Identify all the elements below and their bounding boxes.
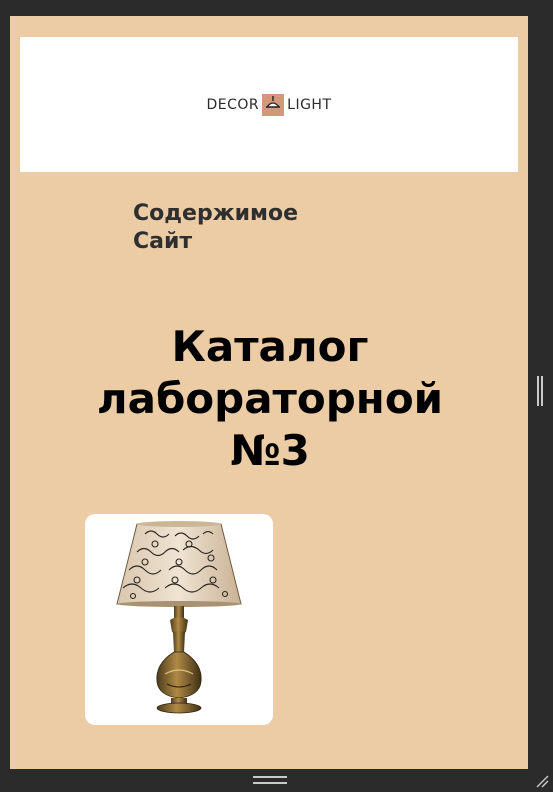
pendant-lamp-icon [262, 93, 285, 116]
product-card[interactable] [85, 514, 273, 725]
table-lamp-image [116, 521, 242, 714]
nav-item-site[interactable]: Сайт [133, 228, 298, 256]
logo-text-light: LIGHT [287, 96, 332, 113]
site-logo[interactable]: DECOR LIGHT [206, 93, 332, 116]
vertical-resize-handle[interactable] [537, 376, 543, 406]
logo-text-decor: DECOR [206, 96, 260, 113]
title-line-2: лабораторной [96, 374, 444, 423]
horizontal-resize-handle[interactable] [253, 776, 287, 784]
nav-item-content[interactable]: Содержимое [133, 200, 298, 228]
title-line-3: №3 [230, 426, 310, 475]
page-title: Каталог лабораторной №3 [50, 321, 490, 477]
site-nav: Содержимое Сайт [133, 200, 298, 256]
header-banner: DECOR LIGHT [20, 37, 518, 172]
page-viewport: DECOR LIGHT Содержимое Сайт Каталог лабо… [10, 16, 528, 769]
title-line-1: Каталог [171, 322, 369, 371]
resize-corner-icon[interactable] [535, 774, 549, 788]
